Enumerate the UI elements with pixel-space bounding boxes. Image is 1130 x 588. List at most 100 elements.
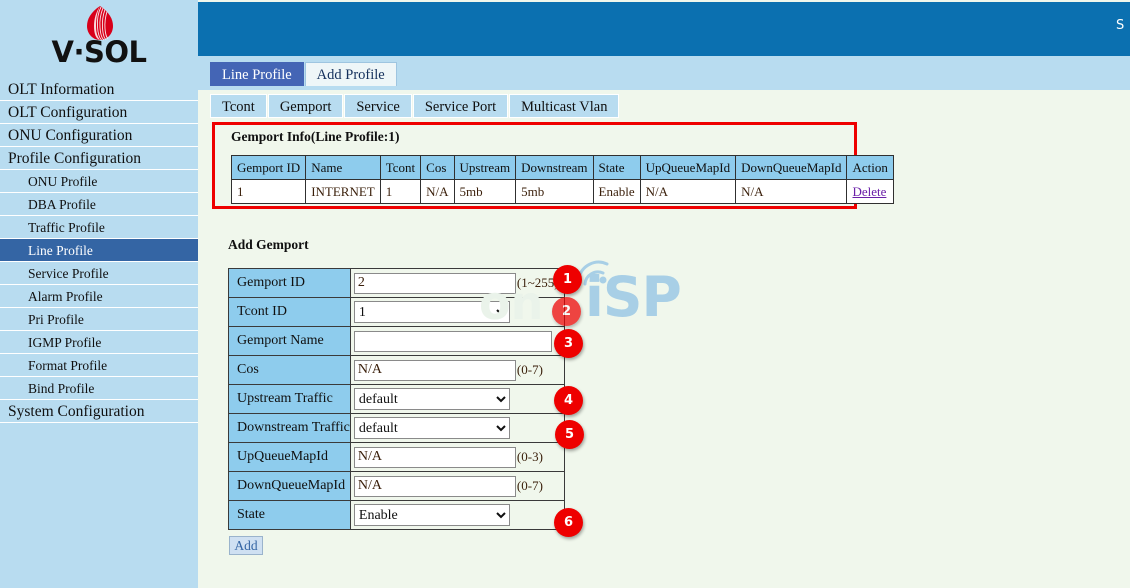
tcont-id-select[interactable]: 1 xyxy=(353,301,510,323)
field-control-cell: Enable xyxy=(349,500,565,530)
field-label: UpQueueMapId xyxy=(228,442,351,472)
field-label: Gemport ID xyxy=(228,268,351,298)
secondary-tabs: Tcont Gemport Service Service Port Multicast… xyxy=(210,94,620,118)
annotation-badge-4: 4 xyxy=(554,386,583,415)
subtab-gemport[interactable]: Gemport xyxy=(267,94,344,118)
wifi-signal-icon xyxy=(577,260,609,286)
cell-tcont: 1 xyxy=(379,179,422,204)
tab-line-profile[interactable]: Line Profile xyxy=(210,62,304,86)
sidebar-item-dba-profile[interactable]: DBA Profile xyxy=(0,193,198,216)
form-row: Downstream Traffic default xyxy=(228,413,565,443)
sidebar-item-olt-configuration[interactable]: OLT Configuration xyxy=(0,101,198,124)
gemport-info-highlight-box: Gemport Info(Line Profile:1) Gemport ID N… xyxy=(212,122,894,209)
field-hint: (0-3) xyxy=(516,449,543,464)
sidebar-item-onu-configuration[interactable]: ONU Configuration xyxy=(0,124,198,147)
field-control-cell: default xyxy=(349,384,565,414)
add-gemport-title: Add Gemport xyxy=(228,237,309,252)
form-row: Gemport ID(1~255) xyxy=(228,268,565,298)
subtab-service[interactable]: Service xyxy=(344,94,412,118)
form-row: UpQueueMapId (0-3) xyxy=(228,442,565,472)
sidebar-nav: OLT Information OLT Configuration ONU Conf… xyxy=(0,78,198,423)
sidebar-item-alarm-profile[interactable]: Alarm Profile xyxy=(0,285,198,308)
gemport-info-title: Gemport Info(Line Profile:1) xyxy=(231,129,400,144)
primary-tabs: Line Profile Add Profile xyxy=(210,62,398,86)
sidebar-item-format-profile[interactable]: Format Profile xyxy=(0,354,198,377)
sidebar-item-onu-profile[interactable]: ONU Profile xyxy=(0,170,198,193)
downqueuemapid-input[interactable] xyxy=(353,475,516,497)
upqueuemapid-input[interactable] xyxy=(353,446,516,468)
column-header: Downstream xyxy=(515,155,594,180)
form-row: Gemport Name xyxy=(228,326,565,356)
field-control-cell: (0-3) xyxy=(349,442,565,472)
tab-add-profile[interactable]: Add Profile xyxy=(304,62,397,86)
table-row: 1 INTERNET 1 N/A 5mb 5mb Enable N/A N/A Delete xyxy=(230,179,894,204)
field-label: Upstream Traffic xyxy=(228,384,351,414)
field-label: State xyxy=(228,500,351,530)
form-row: DownQueueMapId (0-7) xyxy=(228,471,565,501)
cell-gemport-id: 1 xyxy=(230,179,307,204)
field-control-cell: (0-7) xyxy=(349,471,565,501)
form-row: Upstream Traffic default xyxy=(228,384,565,414)
brand-name: V·SOL xyxy=(51,35,147,69)
subtab-service-port[interactable]: Service Port xyxy=(412,94,509,118)
add-button[interactable]: Add xyxy=(229,536,263,555)
column-header: State xyxy=(592,155,641,180)
downstream-traffic-select[interactable]: default xyxy=(353,417,510,439)
brand-logo: V·SOL xyxy=(0,0,198,78)
field-hint: (0-7) xyxy=(516,362,543,377)
sidebar-item-olt-information[interactable]: OLT Information xyxy=(0,78,198,101)
field-label: Downstream Traffic xyxy=(228,413,351,443)
sidebar-item-line-profile[interactable]: Line Profile xyxy=(0,239,198,262)
annotation-badge-5: 5 xyxy=(555,420,584,449)
add-gemport-form: Gemport ID(1~255)Tcont ID1Gemport NameCo… xyxy=(228,268,565,530)
form-row: State Enable xyxy=(228,500,565,530)
field-label: Cos xyxy=(228,355,351,385)
subtab-tcont[interactable]: Tcont xyxy=(210,94,267,118)
field-label: Tcont ID xyxy=(228,297,351,327)
annotation-badge-2: 2 xyxy=(552,297,581,326)
column-header: Name xyxy=(305,155,381,180)
gemport-name-input[interactable] xyxy=(353,330,552,352)
table-header-row: Gemport ID Name Tcont Cos Upstream Downstream… xyxy=(230,155,894,180)
sidebar-item-profile-configuration[interactable]: Profile Configuration xyxy=(0,147,198,170)
form-row: Cos (0-7) xyxy=(228,355,565,385)
column-header: UpQueueMapId xyxy=(639,155,737,180)
gemport-id-input[interactable] xyxy=(353,272,516,294)
column-header: Gemport ID xyxy=(230,155,307,180)
upstream-traffic-select[interactable]: default xyxy=(353,388,510,410)
top-header-bar: S xyxy=(198,2,1130,56)
field-control-cell: default xyxy=(349,413,565,443)
header-right-label: S xyxy=(1116,18,1125,33)
sidebar-item-bind-profile[interactable]: Bind Profile xyxy=(0,377,198,400)
sidebar-item-traffic-profile[interactable]: Traffic Profile xyxy=(0,216,198,239)
sidebar-item-system-configuration[interactable]: System Configuration xyxy=(0,400,198,423)
field-control-cell xyxy=(349,326,565,356)
cell-up-queue-map-id: N/A xyxy=(639,179,737,204)
cos-input[interactable] xyxy=(353,359,516,381)
column-header: Action xyxy=(846,155,894,180)
watermark-text-front: iSP xyxy=(585,265,682,329)
column-header: Upstream xyxy=(453,155,517,180)
sidebar-item-igmp-profile[interactable]: IGMP Profile xyxy=(0,331,198,354)
form-row: Tcont ID 1 xyxy=(228,297,565,327)
annotation-badge-3: 3 xyxy=(554,329,583,358)
cell-down-queue-map-id: N/A xyxy=(735,179,848,204)
annotation-badge-1: 1 xyxy=(553,265,582,294)
column-header: Tcont xyxy=(379,155,422,180)
sidebar-item-pri-profile[interactable]: Pri Profile xyxy=(0,308,198,331)
subtab-multicast-vlan[interactable]: Multicast Vlan xyxy=(509,94,620,118)
cell-name: INTERNET xyxy=(305,179,381,204)
field-label: DownQueueMapId xyxy=(228,471,351,501)
sidebar-item-service-profile[interactable]: Service Profile xyxy=(0,262,198,285)
cell-downstream: 5mb xyxy=(515,179,594,204)
cell-state: Enable xyxy=(592,179,641,204)
sidebar: V·SOL OLT Information OLT Configuration ON… xyxy=(0,0,198,588)
field-control-cell: (1~255) xyxy=(349,268,565,298)
column-header: DownQueueMapId xyxy=(735,155,848,180)
state-select[interactable]: Enable xyxy=(353,504,510,526)
delete-link[interactable]: Delete xyxy=(852,184,886,199)
field-label: Gemport Name xyxy=(228,326,351,356)
cell-action: Delete xyxy=(846,179,894,204)
column-header: Cos xyxy=(420,155,455,180)
field-control-cell: 1 xyxy=(349,297,565,327)
